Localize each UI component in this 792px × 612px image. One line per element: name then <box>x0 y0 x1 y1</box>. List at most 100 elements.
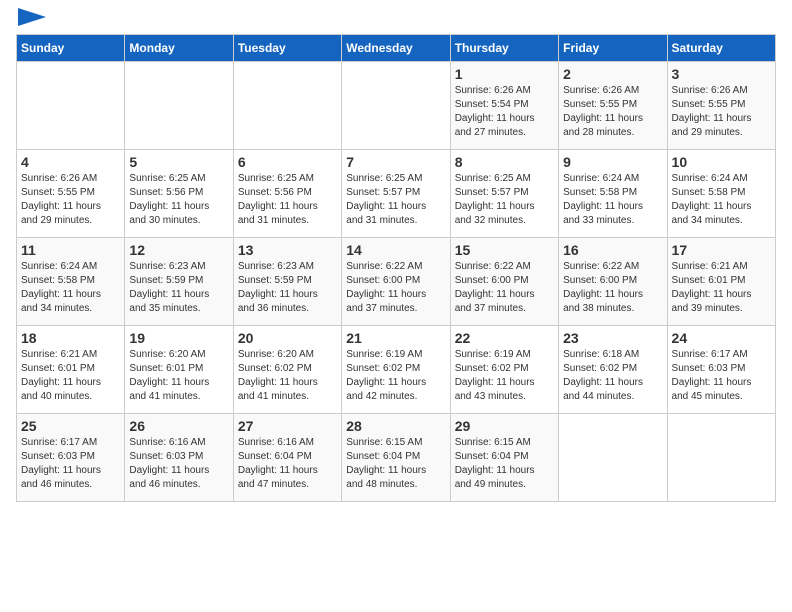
calendar-cell <box>17 62 125 150</box>
day-info: Sunrise: 6:26 AM Sunset: 5:55 PM Dayligh… <box>563 84 662 140</box>
calendar-cell: 23 Sunrise: 6:18 AM Sunset: 6:02 PM Dayli… <box>559 326 667 414</box>
calendar-cell: 13Sunrise: 6:23 AM Sunset: 5:59 PM Dayli… <box>233 238 341 326</box>
day-number: 6 <box>238 154 337 170</box>
calendar-cell: 11 Sunrise: 6:24 AM Sunset: 5:58 PM Dayli… <box>17 238 125 326</box>
calendar-cell: 18 Sunrise: 6:21 AM Sunset: 6:01 PM Dayli… <box>17 326 125 414</box>
week-row-1: 4 Sunrise: 6:26 AM Sunset: 5:55 PM Daylig… <box>17 150 776 238</box>
calendar-header: SundayMondayTuesdayWednesdayThursdayFrid… <box>17 35 776 62</box>
day-number: 22 <box>455 330 554 346</box>
day-number: 17 <box>672 242 771 258</box>
week-row-0: 1 Sunrise: 6:26 AM Sunset: 5:54 PM Daylig… <box>17 62 776 150</box>
day-number: 16 <box>563 242 662 258</box>
calendar-cell: 8 Sunrise: 6:25 AM Sunset: 5:57 PM Daylig… <box>450 150 558 238</box>
day-info: Sunrise: 6:22 AM Sunset: 6:00 PM Dayligh… <box>563 260 662 316</box>
calendar-cell: 29 Sunrise: 6:15 AM Sunset: 6:04 PM Dayli… <box>450 414 558 502</box>
calendar-body: 1 Sunrise: 6:26 AM Sunset: 5:54 PM Daylig… <box>17 62 776 502</box>
day-number: 25 <box>21 418 120 434</box>
day-number: 28 <box>346 418 445 434</box>
day-number: 3 <box>672 66 771 82</box>
day-info: Sunrise: 6:20 AM Sunset: 6:01 PM Dayligh… <box>129 348 228 404</box>
calendar-cell: 9 Sunrise: 6:24 AM Sunset: 5:58 PM Daylig… <box>559 150 667 238</box>
day-info: Sunrise: 6:25 AM Sunset: 5:56 PM Dayligh… <box>238 172 337 228</box>
day-info: Sunrise: 6:25 AM Sunset: 5:56 PM Dayligh… <box>129 172 228 228</box>
calendar-cell: 10Sunrise: 6:24 AM Sunset: 5:58 PM Dayli… <box>667 150 775 238</box>
day-number: 10 <box>672 154 771 170</box>
day-number: 27 <box>238 418 337 434</box>
calendar-cell <box>667 414 775 502</box>
day-number: 2 <box>563 66 662 82</box>
day-number: 23 <box>563 330 662 346</box>
day-info: Sunrise: 6:26 AM Sunset: 5:55 PM Dayligh… <box>672 84 771 140</box>
calendar-cell: 16 Sunrise: 6:22 AM Sunset: 6:00 PM Dayli… <box>559 238 667 326</box>
calendar-cell: 6 Sunrise: 6:25 AM Sunset: 5:56 PM Daylig… <box>233 150 341 238</box>
calendar-cell: 14 Sunrise: 6:22 AM Sunset: 6:00 PM Dayli… <box>342 238 450 326</box>
weekday-wednesday: Wednesday <box>342 35 450 62</box>
day-number: 14 <box>346 242 445 258</box>
calendar-cell: 7 Sunrise: 6:25 AM Sunset: 5:57 PM Daylig… <box>342 150 450 238</box>
calendar-cell: 15 Sunrise: 6:22 AM Sunset: 6:00 PM Dayli… <box>450 238 558 326</box>
calendar-cell: 25Sunrise: 6:17 AM Sunset: 6:03 PM Dayli… <box>17 414 125 502</box>
calendar-cell: 22 Sunrise: 6:19 AM Sunset: 6:02 PM Dayli… <box>450 326 558 414</box>
week-row-4: 25Sunrise: 6:17 AM Sunset: 6:03 PM Dayli… <box>17 414 776 502</box>
calendar-table: SundayMondayTuesdayWednesdayThursdayFrid… <box>16 34 776 502</box>
day-info: Sunrise: 6:15 AM Sunset: 6:04 PM Dayligh… <box>455 436 554 492</box>
day-info: Sunrise: 6:25 AM Sunset: 5:57 PM Dayligh… <box>346 172 445 228</box>
day-info: Sunrise: 6:16 AM Sunset: 6:03 PM Dayligh… <box>129 436 228 492</box>
calendar-cell: 2 Sunrise: 6:26 AM Sunset: 5:55 PM Daylig… <box>559 62 667 150</box>
weekday-tuesday: Tuesday <box>233 35 341 62</box>
day-info: Sunrise: 6:22 AM Sunset: 6:00 PM Dayligh… <box>455 260 554 316</box>
weekday-saturday: Saturday <box>667 35 775 62</box>
week-row-3: 18 Sunrise: 6:21 AM Sunset: 6:01 PM Dayli… <box>17 326 776 414</box>
day-info: Sunrise: 6:18 AM Sunset: 6:02 PM Dayligh… <box>563 348 662 404</box>
day-info: Sunrise: 6:23 AM Sunset: 5:59 PM Dayligh… <box>129 260 228 316</box>
day-info: Sunrise: 6:21 AM Sunset: 6:01 PM Dayligh… <box>21 348 120 404</box>
weekday-sunday: Sunday <box>17 35 125 62</box>
day-number: 4 <box>21 154 120 170</box>
day-number: 15 <box>455 242 554 258</box>
day-number: 29 <box>455 418 554 434</box>
day-info: Sunrise: 6:22 AM Sunset: 6:00 PM Dayligh… <box>346 260 445 316</box>
day-info: Sunrise: 6:25 AM Sunset: 5:57 PM Dayligh… <box>455 172 554 228</box>
day-number: 20 <box>238 330 337 346</box>
day-number: 9 <box>563 154 662 170</box>
day-number: 18 <box>21 330 120 346</box>
day-info: Sunrise: 6:19 AM Sunset: 6:02 PM Dayligh… <box>346 348 445 404</box>
day-info: Sunrise: 6:19 AM Sunset: 6:02 PM Dayligh… <box>455 348 554 404</box>
day-info: Sunrise: 6:24 AM Sunset: 5:58 PM Dayligh… <box>563 172 662 228</box>
calendar-cell: 12 Sunrise: 6:23 AM Sunset: 5:59 PM Dayli… <box>125 238 233 326</box>
day-number: 21 <box>346 330 445 346</box>
page-header <box>16 16 776 26</box>
day-info: Sunrise: 6:16 AM Sunset: 6:04 PM Dayligh… <box>238 436 337 492</box>
day-info: Sunrise: 6:23 AM Sunset: 5:59 PM Dayligh… <box>238 260 337 316</box>
calendar-cell: 5 Sunrise: 6:25 AM Sunset: 5:56 PM Daylig… <box>125 150 233 238</box>
day-info: Sunrise: 6:21 AM Sunset: 6:01 PM Dayligh… <box>672 260 771 316</box>
day-number: 1 <box>455 66 554 82</box>
day-number: 5 <box>129 154 228 170</box>
calendar-cell: 21 Sunrise: 6:19 AM Sunset: 6:02 PM Dayli… <box>342 326 450 414</box>
weekday-monday: Monday <box>125 35 233 62</box>
calendar-cell: 20 Sunrise: 6:20 AM Sunset: 6:02 PM Dayli… <box>233 326 341 414</box>
day-info: Sunrise: 6:20 AM Sunset: 6:02 PM Dayligh… <box>238 348 337 404</box>
calendar-cell: 1 Sunrise: 6:26 AM Sunset: 5:54 PM Daylig… <box>450 62 558 150</box>
calendar-cell: 17 Sunrise: 6:21 AM Sunset: 6:01 PM Dayli… <box>667 238 775 326</box>
calendar-cell: 28 Sunrise: 6:15 AM Sunset: 6:04 PM Dayli… <box>342 414 450 502</box>
calendar-cell: 24Sunrise: 6:17 AM Sunset: 6:03 PM Dayli… <box>667 326 775 414</box>
calendar-cell <box>233 62 341 150</box>
day-info: Sunrise: 6:24 AM Sunset: 5:58 PM Dayligh… <box>21 260 120 316</box>
weekday-row: SundayMondayTuesdayWednesdayThursdayFrid… <box>17 35 776 62</box>
day-info: Sunrise: 6:26 AM Sunset: 5:55 PM Dayligh… <box>21 172 120 228</box>
day-info: Sunrise: 6:26 AM Sunset: 5:54 PM Dayligh… <box>455 84 554 140</box>
weekday-friday: Friday <box>559 35 667 62</box>
day-number: 7 <box>346 154 445 170</box>
calendar-cell <box>559 414 667 502</box>
calendar-cell <box>125 62 233 150</box>
week-row-2: 11 Sunrise: 6:24 AM Sunset: 5:58 PM Dayli… <box>17 238 776 326</box>
day-number: 11 <box>21 242 120 258</box>
calendar-cell: 3 Sunrise: 6:26 AM Sunset: 5:55 PM Daylig… <box>667 62 775 150</box>
logo <box>16 16 46 26</box>
day-info: Sunrise: 6:15 AM Sunset: 6:04 PM Dayligh… <box>346 436 445 492</box>
day-number: 12 <box>129 242 228 258</box>
day-number: 8 <box>455 154 554 170</box>
calendar-cell <box>342 62 450 150</box>
calendar-cell: 26Sunrise: 6:16 AM Sunset: 6:03 PM Dayli… <box>125 414 233 502</box>
